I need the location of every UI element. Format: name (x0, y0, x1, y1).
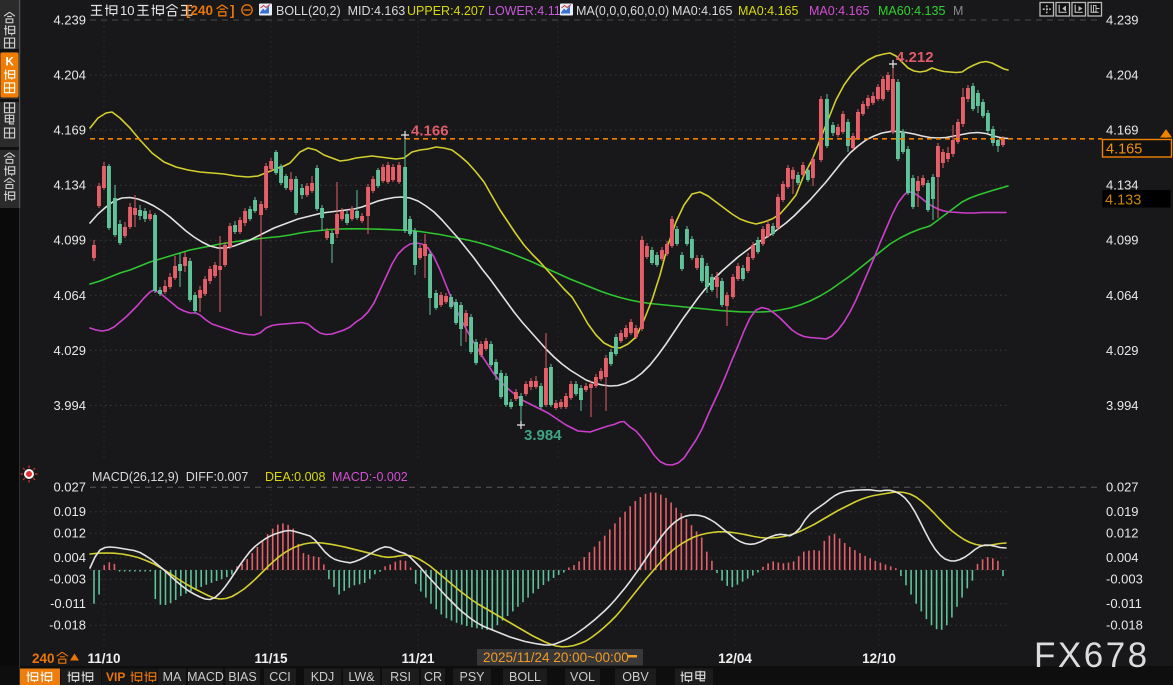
svg-text:VIP: VIP (106, 670, 125, 684)
svg-text:DEA:0.008: DEA:0.008 (265, 470, 326, 484)
svg-text:MA: MA (163, 670, 182, 684)
svg-text:0.019: 0.019 (53, 504, 86, 519)
svg-text:0.012: 0.012 (53, 526, 86, 541)
svg-text:4.029: 4.029 (53, 343, 86, 358)
svg-text:BIAS: BIAS (228, 670, 257, 684)
svg-text:UPPER:4.207: UPPER:4.207 (407, 4, 485, 18)
svg-text:[240: [240 (186, 3, 213, 18)
svg-text:11/10: 11/10 (87, 651, 120, 666)
svg-text:MA0:4.165: MA0:4.165 (809, 4, 870, 18)
svg-text:0.019: 0.019 (1106, 504, 1139, 519)
svg-text:12/10: 12/10 (862, 651, 896, 666)
svg-text:BOLL: BOLL (509, 670, 541, 684)
svg-text:4.029: 4.029 (1106, 343, 1139, 358)
svg-text:K: K (6, 57, 15, 69)
svg-text:-0.003: -0.003 (1106, 572, 1143, 587)
svg-text:0.004: 0.004 (1106, 550, 1139, 565)
svg-text:4.133: 4.133 (1105, 193, 1141, 209)
svg-text:CR: CR (424, 670, 442, 684)
svg-text:4.134: 4.134 (1106, 178, 1139, 193)
svg-text:4.239: 4.239 (1106, 13, 1139, 28)
svg-text:BOLL(20,2) MID:4.163: BOLL(20,2) MID:4.163 (276, 4, 405, 18)
svg-text:0.012: 0.012 (1106, 526, 1139, 541)
svg-text:OBV: OBV (622, 670, 649, 684)
svg-text:MACD(26,12,9) DIFF:0.007: MACD(26,12,9) DIFF:0.007 (92, 470, 248, 484)
svg-text:3.994: 3.994 (1106, 398, 1139, 413)
svg-text:VOL: VOL (570, 670, 595, 684)
svg-text:4.204: 4.204 (1106, 68, 1139, 83)
svg-text:-0.011: -0.011 (50, 596, 86, 611)
svg-text:0.027: 0.027 (1106, 480, 1139, 495)
svg-text:FX678: FX678 (1034, 636, 1150, 675)
svg-text:4.165: 4.165 (1106, 142, 1142, 158)
svg-text:4.099: 4.099 (1106, 233, 1139, 248)
svg-text:LOWER:4.119: LOWER:4.119 (488, 4, 568, 18)
svg-text:4.169: 4.169 (53, 123, 86, 138)
svg-text:4.212: 4.212 (896, 49, 934, 66)
svg-text:4.064: 4.064 (53, 288, 86, 303)
svg-text:4.204: 4.204 (53, 68, 86, 83)
svg-text:-0.018: -0.018 (1106, 618, 1143, 633)
svg-text:-0.003: -0.003 (49, 572, 86, 587)
svg-text:11/21: 11/21 (401, 651, 435, 666)
svg-text:MA(0,0,0,60,0,0): MA(0,0,0,60,0,0) (576, 4, 669, 18)
svg-text:MA60:4.135: MA60:4.135 (878, 4, 945, 18)
svg-text:0.004: 0.004 (53, 550, 86, 565)
svg-text:3.994: 3.994 (53, 398, 86, 413)
svg-text:4.064: 4.064 (1106, 288, 1139, 303)
svg-text:240: 240 (32, 651, 55, 666)
svg-text:-0.011: -0.011 (1106, 596, 1142, 611)
svg-text:4.239: 4.239 (53, 13, 86, 28)
svg-text:-0.018: -0.018 (49, 618, 86, 633)
svg-text:4.099: 4.099 (53, 233, 86, 248)
svg-text:4.169: 4.169 (1106, 123, 1139, 138)
svg-text:MA0:4.165: MA0:4.165 (738, 4, 799, 18)
svg-text:KDJ: KDJ (311, 670, 335, 684)
svg-text:PSY: PSY (459, 670, 485, 684)
svg-text:4.166: 4.166 (411, 123, 449, 140)
svg-text:M: M (953, 4, 963, 18)
svg-text:RSI: RSI (390, 670, 411, 684)
svg-text:MACD:-0.002: MACD:-0.002 (332, 470, 408, 484)
svg-text:MACD: MACD (187, 670, 224, 684)
svg-text:11/15: 11/15 (254, 651, 288, 666)
svg-text:LW&: LW& (348, 670, 375, 684)
svg-text:12/04: 12/04 (718, 651, 752, 666)
svg-text:0.027: 0.027 (53, 480, 86, 495)
svg-text:MA0:4.165: MA0:4.165 (672, 4, 733, 18)
svg-text:CCI: CCI (269, 670, 291, 684)
svg-text:]: ] (230, 3, 235, 18)
svg-text:4.134: 4.134 (53, 178, 86, 193)
svg-text:2025/11/24 20:00~00:00: 2025/11/24 20:00~00:00 (483, 650, 629, 665)
svg-text:3.984: 3.984 (524, 427, 562, 444)
svg-text:10: 10 (120, 3, 134, 18)
